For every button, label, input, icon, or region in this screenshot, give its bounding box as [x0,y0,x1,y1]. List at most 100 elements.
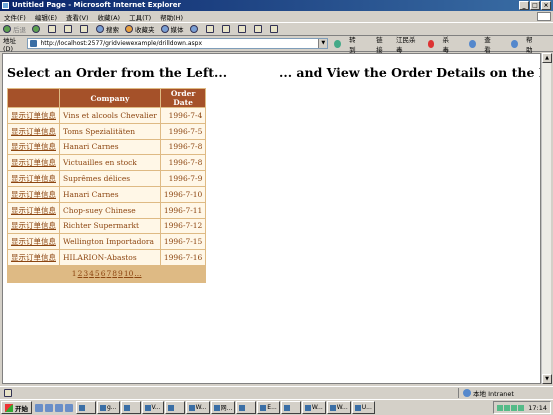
refresh-button[interactable] [64,25,74,33]
show-order-link[interactable]: 显示订单信息 [11,174,56,183]
pager-page-link[interactable]: 2 [78,269,83,278]
taskbar-task-button[interactable]: W... [301,401,326,414]
header-company[interactable]: Company [59,88,161,108]
pager-page-link[interactable]: 6 [101,269,106,278]
stop-button[interactable] [48,25,58,33]
quick-launch-desktop-icon[interactable] [45,403,53,412]
pager-page-link[interactable]: 10 [124,269,134,278]
view-button[interactable]: 查看 [469,34,503,54]
address-input[interactable]: http://localhost:2577/gridviewexample/dr… [27,38,329,49]
discuss-icon [253,25,262,33]
taskbar: 开始 g... V... W... 网... E... W... W... U... 17:1… [0,399,553,415]
windows-logo-icon [537,12,551,21]
taskbar-task-button[interactable]: g... [97,401,120,414]
home-button[interactable] [80,25,90,33]
system-tray: 17:14 [493,401,551,414]
show-order-link[interactable]: 显示订单信息 [11,237,56,246]
menu-help[interactable]: 帮助(H) [160,12,183,22]
pager-page-link[interactable]: 4 [89,269,94,278]
show-order-link[interactable]: 显示订单信息 [11,221,56,230]
quick-launch-app-icon[interactable] [65,403,73,412]
order-date-cell: 1996-7-4 [159,107,207,124]
zone-indicator: 本地 Intranet [458,387,553,398]
order-row: 显示订单信息 Hanari Carnes 1996-7-10 [7,185,207,203]
view-icon [469,39,477,48]
mail-button[interactable] [205,25,216,33]
show-order-link[interactable]: 显示订单信息 [11,111,56,120]
maximize-button[interactable]: □ [530,1,540,10]
address-bar: 地址(D) http://localhost:2577/gridviewexam… [0,34,553,54]
print-button[interactable] [221,25,232,33]
menu-favorites[interactable]: 收藏(A) [98,12,121,22]
show-order-link[interactable]: 显示订单信息 [11,253,56,262]
history-button[interactable] [189,25,200,33]
taskbar-task-button[interactable]: E... [257,401,280,414]
taskbar-task-button[interactable] [236,401,257,414]
show-order-link[interactable]: 显示订单信息 [11,142,56,151]
taskbar-task-button[interactable]: 网... [210,401,236,414]
search-button[interactable]: 搜索 [96,24,119,34]
close-button[interactable]: × [541,1,551,10]
home-icon [80,25,88,33]
menu-edit[interactable]: 编辑(E) [35,12,57,22]
taskbar-task-button[interactable] [280,401,301,414]
order-date-cell: 1996-7-11 [159,201,207,219]
show-order-link[interactable]: 显示订单信息 [11,190,56,199]
favorites-button[interactable]: 收藏夹 [125,24,155,34]
pager-page-link[interactable]: 5 [95,269,100,278]
quick-launch-explorer-icon[interactable] [55,403,63,412]
intranet-icon [463,388,471,397]
minimize-button[interactable]: _ [519,1,529,10]
window-title: Untitled Page - Microsoft Internet Explo… [12,1,181,9]
go-button[interactable]: 转到 [334,34,368,54]
discuss-button[interactable] [253,25,264,33]
taskbar-task-button[interactable] [120,401,141,414]
antivirus-link[interactable]: 江民杀毒 [396,34,420,54]
taskbar-task-button[interactable] [164,401,185,414]
media-button[interactable]: 媒体 [160,24,184,34]
company-cell: Toms Spezialitäten [59,122,161,140]
address-dropdown-icon[interactable]: ▼ [318,39,328,48]
pager-page-link[interactable]: 8 [112,269,117,278]
taskbar-task-button[interactable] [76,401,96,414]
menu-file[interactable]: 文件(F) [4,12,26,22]
quick-launch-ie-icon[interactable] [35,403,43,412]
pager-page-link[interactable]: ... [134,269,141,278]
pager-page-link[interactable]: 9 [118,269,123,278]
pager-page-link[interactable]: 7 [106,269,111,278]
scroll-down-icon[interactable]: ▼ [542,374,552,384]
taskbar-task-button[interactable]: W... [185,401,210,414]
menu-view[interactable]: 查看(V) [66,12,89,22]
address-label: 地址(D) [3,36,16,53]
order-date-cell: 1996-7-5 [159,122,207,140]
tray-icon[interactable] [504,404,511,411]
back-button[interactable]: 后退 [3,24,26,34]
header-order-date[interactable]: Order Date [159,88,207,108]
pager-page-link[interactable]: 3 [83,269,88,278]
tray-icon[interactable] [511,404,518,411]
favorites-star-icon [125,25,133,33]
menu-bar: 文件(F) 编辑(E) 查看(V) 收藏(A) 工具(T) 帮助(H) [0,11,553,22]
forward-button[interactable] [32,25,42,33]
kill-virus-button[interactable]: 杀毒 [427,34,462,54]
show-order-link[interactable]: 显示订单信息 [11,158,56,167]
links-button[interactable]: 链接 [376,34,388,54]
show-order-link[interactable]: 显示订单信息 [11,127,56,136]
grid-pager-row: 12345678910... [6,264,207,283]
start-button[interactable]: 开始 [1,401,32,414]
taskbar-task-button[interactable]: U... [351,401,375,414]
messenger-button[interactable] [269,25,280,33]
tray-icon[interactable] [518,404,525,411]
scroll-up-icon[interactable]: ▲ [542,53,552,63]
taskbar-task-button[interactable]: W... [326,401,351,414]
show-order-link[interactable]: 显示订单信息 [11,206,56,215]
menu-tools[interactable]: 工具(T) [129,12,151,22]
messenger-icon [269,25,278,33]
task-app-icon [144,404,151,411]
taskbar-task-button[interactable]: V... [141,401,164,414]
heading-view-details: ... and View the Order Details on the Ri… [279,65,540,80]
help-button[interactable]: 帮助 [511,34,545,54]
edit-button[interactable] [237,25,248,33]
vertical-scrollbar[interactable]: ▲ ▼ [541,53,552,384]
tray-icon[interactable] [497,404,504,411]
